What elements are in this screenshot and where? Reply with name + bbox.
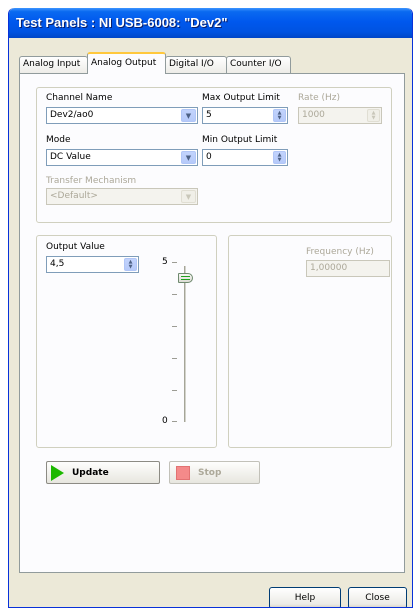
- tab-analog-output[interactable]: Analog Output: [87, 52, 166, 74]
- min-output-limit-input[interactable]: 0 ▲ ▼: [202, 149, 288, 166]
- output-value-value: 4,5: [50, 259, 65, 269]
- transfer-mechanism-value: <Default>: [50, 191, 98, 201]
- stop-icon: [176, 465, 190, 480]
- update-button[interactable]: Update: [46, 461, 160, 484]
- chevron-down-icon[interactable]: ▼: [181, 190, 196, 203]
- frequency-value: 1,00000: [310, 263, 348, 273]
- rate-value: 1000: [302, 110, 325, 120]
- slider-tick: [172, 358, 177, 359]
- spin-arrows-icon[interactable]: ▲ ▼: [367, 109, 380, 122]
- max-output-limit-input[interactable]: 5 ▲ ▼: [202, 107, 288, 124]
- slider-tick: [172, 421, 177, 422]
- max-output-limit-label: Max Output Limit: [202, 93, 280, 103]
- tab-analog-input[interactable]: Analog Input: [19, 56, 88, 74]
- channel-name-value: Dev2/ao0: [50, 110, 94, 120]
- title-bar[interactable]: Test Panels : NI USB-6008: "Dev2": [9, 8, 412, 38]
- stop-button-label: Stop: [198, 467, 222, 478]
- close-button[interactable]: Close: [348, 587, 407, 607]
- min-output-limit-value: 0: [206, 152, 212, 162]
- update-button-label: Update: [72, 467, 109, 478]
- frequency-input[interactable]: 1,00000: [306, 260, 390, 277]
- output-slider-track[interactable]: [184, 266, 186, 422]
- channel-name-select[interactable]: Dev2/ao0 ▼: [46, 107, 198, 124]
- help-button[interactable]: Help: [269, 587, 341, 607]
- help-button-label: Help: [294, 593, 316, 603]
- close-button-label: Close: [365, 593, 390, 603]
- slider-tick: [172, 262, 177, 263]
- slider-tick: [172, 390, 177, 391]
- transfer-mechanism-select[interactable]: <Default> ▼: [46, 188, 198, 205]
- test-panels-window: Test Panels : NI USB-6008: "Dev2" Analog…: [8, 8, 413, 608]
- transfer-mechanism-label: Transfer Mechanism: [46, 176, 137, 186]
- mode-value: DC Value: [50, 152, 91, 162]
- output-slider-thumb[interactable]: [178, 272, 193, 283]
- tab-digital-io[interactable]: Digital I/O: [165, 56, 227, 74]
- spin-arrows-icon[interactable]: ▲ ▼: [124, 258, 137, 271]
- window-title: Test Panels : NI USB-6008: "Dev2": [16, 15, 228, 30]
- min-output-limit-label: Min Output Limit: [202, 135, 278, 145]
- chevron-down-icon[interactable]: ▼: [181, 109, 196, 122]
- mode-select[interactable]: DC Value ▼: [46, 149, 198, 166]
- tab-counter-io[interactable]: Counter I/O: [226, 56, 291, 74]
- slider-max-label: 5: [162, 257, 168, 267]
- output-value-input[interactable]: 4,5 ▲ ▼: [46, 256, 139, 273]
- slider-tick: [172, 294, 177, 295]
- play-icon: [51, 464, 64, 481]
- output-value-label: Output Value: [46, 242, 105, 252]
- rate-input[interactable]: 1000 ▲ ▼: [298, 107, 382, 124]
- frequency-label: Frequency (Hz): [306, 247, 374, 257]
- channel-name-label: Channel Name: [46, 93, 113, 103]
- mode-label: Mode: [46, 135, 71, 145]
- slider-min-label: 0: [162, 416, 168, 426]
- stop-button[interactable]: Stop: [169, 461, 260, 484]
- rate-label: Rate (Hz): [298, 93, 341, 103]
- spin-arrows-icon[interactable]: ▲ ▼: [273, 151, 286, 164]
- spin-arrows-icon[interactable]: ▲ ▼: [273, 109, 286, 122]
- slider-tick: [172, 326, 177, 327]
- chevron-down-icon[interactable]: ▼: [181, 151, 196, 164]
- max-output-limit-value: 5: [206, 110, 212, 120]
